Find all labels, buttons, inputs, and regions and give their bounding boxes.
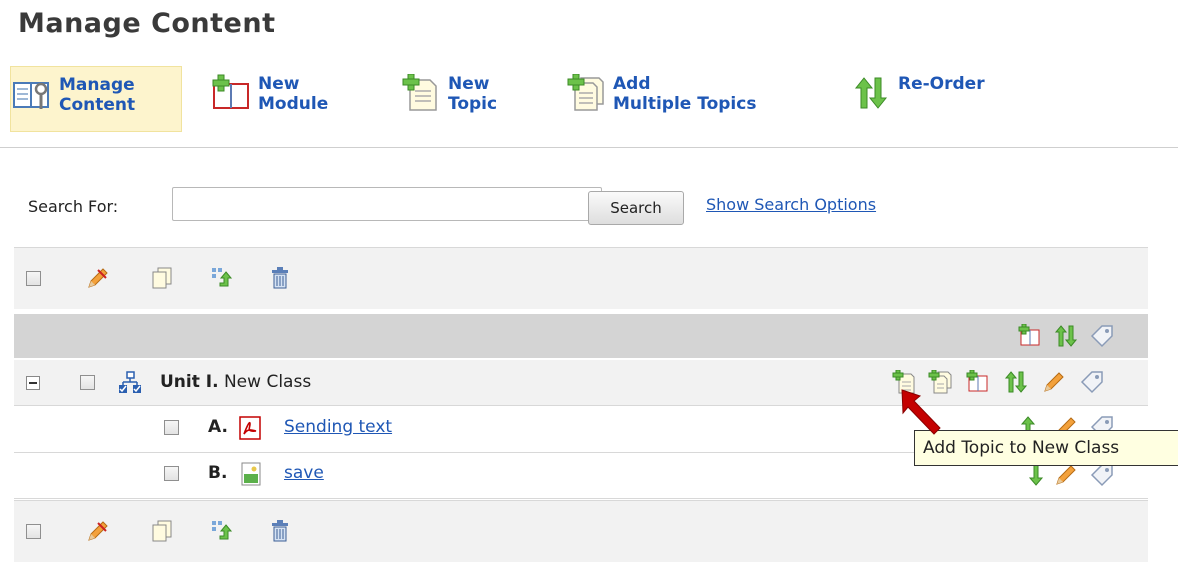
unit-name: New Class <box>223 372 312 392</box>
copy-icon[interactable] <box>150 266 174 290</box>
select-all-checkbox[interactable] <box>26 271 41 286</box>
search-label: Search For: <box>28 197 119 216</box>
tag-icon[interactable] <box>1080 370 1104 394</box>
bulk-actions-bar-bottom <box>14 500 1148 562</box>
edit-pencil-icon[interactable] <box>1054 463 1078 487</box>
red-arrow-annotation-icon <box>901 389 941 435</box>
bulk-actions-bar-top <box>14 247 1148 309</box>
module-hierarchy-icon <box>119 371 141 393</box>
unit-prefix: Unit I. <box>160 372 219 392</box>
unit-checkbox[interactable] <box>80 375 95 390</box>
topic-link[interactable]: save <box>284 463 324 483</box>
image-file-icon <box>241 462 261 486</box>
unit-row: Unit I. New Class <box>14 360 1148 406</box>
topic-link[interactable]: Sending text <box>284 417 392 437</box>
new-topic-button[interactable]: New Topic <box>400 66 540 132</box>
new-module-button[interactable]: New Module <box>210 66 385 132</box>
page-title: Manage Content <box>18 8 276 39</box>
search-button[interactable]: Search <box>588 191 684 225</box>
reorder-arrows-icon[interactable] <box>1054 324 1078 348</box>
search-row: Search For: Search Show Search Options <box>28 187 1148 225</box>
reorder-arrows-icon <box>854 77 888 109</box>
toolbar-label: New Module <box>258 74 329 114</box>
select-all-checkbox[interactable] <box>26 524 41 539</box>
toolbar-label: Re-Order <box>898 74 985 94</box>
pdf-file-icon <box>239 416 261 440</box>
reorder-arrows-icon[interactable] <box>1024 463 1048 487</box>
new-module-icon[interactable] <box>1018 324 1042 348</box>
search-input[interactable] <box>172 187 602 221</box>
toolbar: Manage Content New Module New Topic Add … <box>10 66 1160 132</box>
manage-content-button[interactable]: Manage Content <box>10 66 182 132</box>
multiple-topics-icon <box>567 74 604 111</box>
tag-icon[interactable] <box>1090 463 1114 487</box>
unit-title: Unit I. New Class <box>160 372 311 392</box>
new-module-icon <box>212 74 249 109</box>
trash-icon[interactable] <box>268 266 292 290</box>
bulk-edit-icon[interactable] <box>86 266 110 290</box>
add-topic-tooltip: Add Topic to New Class <box>914 430 1178 466</box>
toolbar-label: Manage Content <box>59 75 136 115</box>
copy-icon[interactable] <box>150 519 174 543</box>
edit-pencil-icon[interactable] <box>1042 370 1066 394</box>
reorder-button[interactable]: Re-Order <box>850 66 1050 132</box>
toolbar-label: New Topic <box>448 74 498 114</box>
reorder-arrows-icon[interactable] <box>1004 370 1028 394</box>
topic-letter: B. <box>208 463 228 483</box>
new-topic-icon <box>402 74 437 111</box>
topic-checkbox[interactable] <box>164 466 179 481</box>
add-multiple-topics-button[interactable]: Add Multiple Topics <box>565 66 835 132</box>
bulk-edit-icon[interactable] <box>86 519 110 543</box>
move-icon[interactable] <box>210 519 234 543</box>
topic-checkbox[interactable] <box>164 420 179 435</box>
tag-icon[interactable] <box>1090 324 1114 348</box>
tree-header-row <box>14 314 1148 358</box>
show-search-options-link[interactable]: Show Search Options <box>706 195 876 214</box>
move-icon[interactable] <box>210 266 234 290</box>
toolbar-label: Add Multiple Topics <box>613 74 757 114</box>
add-module-icon[interactable] <box>966 370 990 394</box>
book-wrench-icon <box>13 82 49 109</box>
trash-icon[interactable] <box>268 519 292 543</box>
collapse-icon[interactable] <box>26 376 40 390</box>
topic-letter: A. <box>208 417 228 437</box>
divider <box>0 147 1178 148</box>
